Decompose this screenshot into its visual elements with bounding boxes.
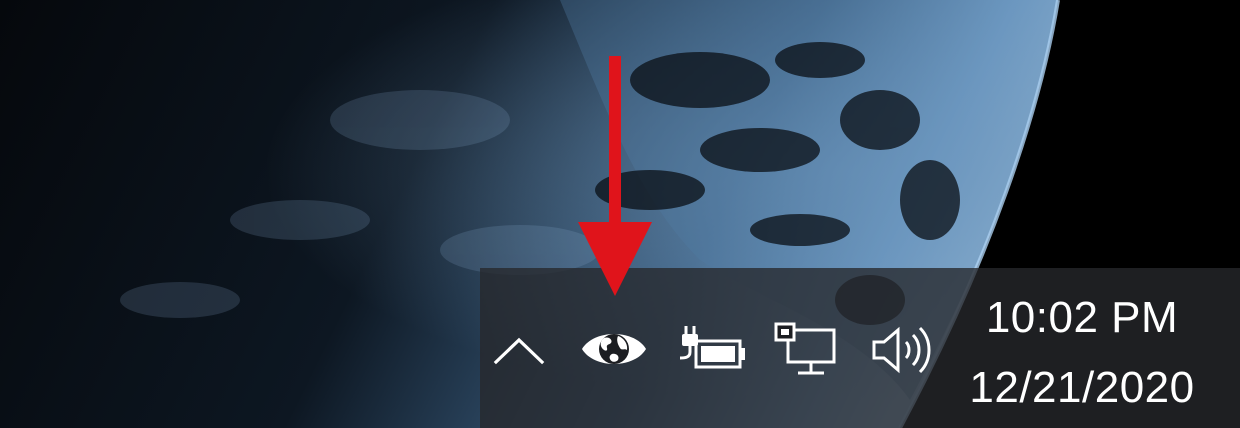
chevron-up-icon[interactable]: [490, 322, 548, 378]
volume-glyph: [872, 326, 931, 374]
network-icon[interactable]: [770, 318, 842, 380]
battery-charging-icon[interactable]: [672, 318, 748, 380]
chevron-up-glyph: [493, 337, 545, 365]
arrow-shaft: [609, 56, 621, 242]
clock-button[interactable]: 10:02 PM 12/21/2020: [952, 282, 1222, 422]
eye-globe-icon[interactable]: [578, 318, 650, 380]
volume-icon[interactable]: [866, 318, 938, 380]
eye-globe-glyph: [582, 334, 646, 364]
clock-time: 10:02 PM: [985, 293, 1179, 342]
battery-charging-glyph: [679, 326, 745, 369]
red-arrow-annotation: [578, 56, 652, 296]
arrow-head: [578, 222, 652, 296]
clock-date: 12/21/2020: [969, 363, 1195, 412]
network-glyph: [774, 322, 836, 375]
desktop-screen: 10:02 PM 12/21/2020: [0, 0, 1240, 428]
